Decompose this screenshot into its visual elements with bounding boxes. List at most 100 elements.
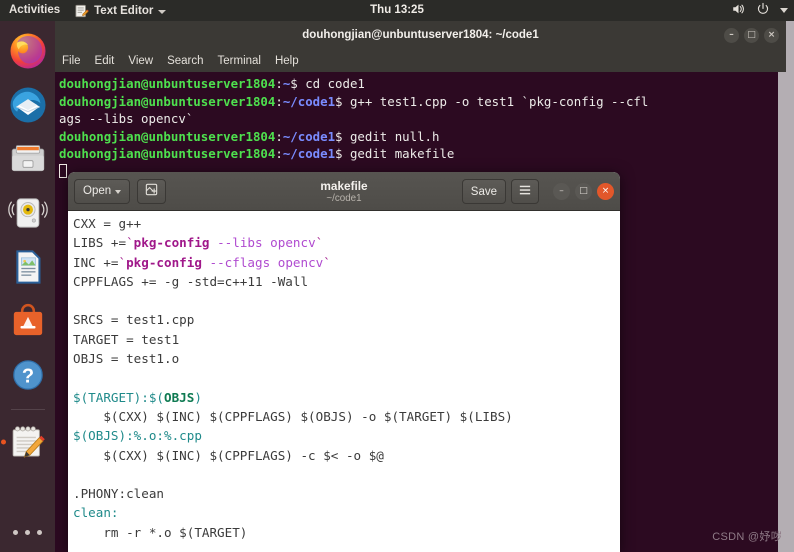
terminal-window-controls: – □ ×: [724, 21, 779, 49]
open-button-label: Open: [83, 185, 112, 197]
code-span: `: [126, 235, 134, 251]
code-span: CPPFLAGS += -g -std=c++11 -Wall: [73, 273, 309, 289]
terminal-titlebar[interactable]: douhongjian@unbuntuserver1804: ~/code1 –…: [55, 21, 786, 49]
close-button[interactable]: ×: [764, 27, 779, 43]
gedit-headerbar: Open makefile ~/code1 Save – □ ×: [68, 172, 620, 211]
code-span: `: [118, 254, 127, 270]
power-icon[interactable]: [756, 2, 770, 19]
code-span: ~/code1: [282, 93, 336, 109]
grid-dot: [25, 529, 30, 535]
terminal-scrollbar[interactable]: [778, 72, 786, 552]
code-span: LIBS +=: [73, 235, 127, 251]
menu-search[interactable]: Search: [167, 55, 203, 67]
code-span: ): [194, 389, 202, 405]
code-span: `: [315, 235, 324, 251]
volume-icon[interactable]: [731, 2, 746, 19]
dock-item-files[interactable]: [6, 137, 50, 181]
save-button[interactable]: Save: [461, 179, 506, 204]
hamburger-menu-icon: [518, 184, 532, 199]
code-span: CXX = g++: [73, 216, 142, 231]
code-line: INC +=`pkg-config --cflags opencv`: [73, 253, 620, 272]
dock-item-thunderbird[interactable]: [6, 83, 50, 127]
chevron-down-icon[interactable]: [780, 8, 788, 13]
code-line: rm -r *.o $(TARGET): [73, 523, 620, 542]
code-line: douhongjian@unbuntuserver1804:~/code1$ g…: [59, 93, 786, 111]
code-span: ~/code1: [282, 146, 336, 162]
dock-item-firefox[interactable]: [6, 29, 50, 73]
code-span: pkg-config: [126, 254, 202, 270]
terminal-cursor: [59, 163, 67, 178]
save-button-label: Save: [470, 185, 497, 198]
code-line: $(TARGET):$(OBJS): [73, 388, 620, 407]
code-span: TARGET = test1: [73, 331, 180, 347]
code-span: ags --libs opencv`: [59, 111, 194, 127]
code-span: :: [275, 93, 283, 109]
code-line: ags --libs opencv`: [59, 110, 786, 128]
chevron-down-icon: [115, 190, 122, 194]
chevron-down-icon: [158, 9, 167, 14]
close-button[interactable]: ×: [597, 183, 614, 200]
dock-item-help[interactable]: ?: [6, 353, 50, 397]
new-document-button[interactable]: [137, 178, 167, 204]
code-span: --libs opencv: [209, 235, 316, 251]
code-span: pkg-config: [133, 235, 210, 251]
code-span: $ gedit null.h: [335, 128, 440, 144]
code-span: douhongjian@unbuntuserver1804: [59, 93, 276, 109]
open-button[interactable]: Open: [74, 178, 131, 204]
menu-help[interactable]: Help: [275, 55, 299, 67]
code-span: ~/code1: [282, 128, 336, 144]
code-line: LIBS +=`pkg-config --libs opencv`: [73, 233, 620, 252]
hamburger-menu-button[interactable]: [511, 179, 539, 204]
code-line: OBJS = test1.o: [73, 349, 620, 368]
code-line: CXX = g++: [73, 214, 620, 233]
gedit-filename: makefile: [320, 178, 368, 193]
code-line: douhongjian@unbuntuserver1804:~/code1$ g…: [59, 128, 786, 146]
code-line: douhongjian@unbuntuserver1804:~/code1$ g…: [59, 145, 786, 163]
code-span: $(OBJS):%.o:%.cpp: [73, 428, 202, 444]
dock-item-text-editor[interactable]: [0, 420, 50, 464]
minimize-button[interactable]: –: [724, 27, 739, 43]
activities-button[interactable]: Activities: [0, 0, 69, 21]
code-span: OBJS = test1.o: [73, 351, 180, 367]
code-span: douhongjian@unbuntuserver1804: [59, 128, 276, 144]
dock-item-ubuntu-software[interactable]: [6, 299, 50, 343]
menu-terminal[interactable]: Terminal: [218, 55, 261, 67]
terminal-title-text: douhongjian@unbuntuserver1804: ~/code1: [302, 29, 539, 41]
code-span: --cflags opencv: [201, 254, 324, 270]
code-line: SRCS = test1.cpp: [73, 310, 620, 329]
code-span: rm -r *.o $(TARGET): [73, 524, 248, 540]
menu-edit[interactable]: Edit: [95, 55, 115, 67]
code-span: clean:: [73, 505, 119, 521]
desktop-right-scrollbar[interactable]: [786, 21, 794, 552]
code-span: $ cd code1: [290, 76, 365, 91]
watermark: CSDN @妤哕: [712, 531, 782, 543]
code-span: $ gedit makefile: [335, 146, 455, 162]
gedit-text-area[interactable]: CXX = g++ LIBS +=`pkg-config --libs openc…: [68, 211, 620, 552]
code-line: douhongjian@unbuntuserver1804:~$ cd code…: [59, 75, 786, 93]
ubuntu-dock: ?: [0, 21, 55, 552]
maximize-button[interactable]: □: [575, 183, 592, 200]
running-indicator: [0, 439, 6, 445]
app-menu-button[interactable]: Text Editor: [69, 4, 172, 18]
menu-view[interactable]: View: [128, 55, 153, 67]
code-span: `: [323, 254, 331, 270]
code-span: $(TARGET):$(: [73, 389, 164, 405]
desktop-screen: Activities Text Editor Thu 13:25 ? douho…: [0, 0, 794, 552]
code-span: OBJS: [164, 389, 195, 405]
code-line: clean:: [73, 503, 620, 522]
show-applications-button[interactable]: [0, 520, 55, 544]
code-span: douhongjian@unbuntuserver1804: [59, 76, 276, 91]
maximize-button[interactable]: □: [744, 27, 759, 43]
dock-item-libreoffice-writer[interactable]: [6, 245, 50, 289]
system-tray: [731, 0, 788, 21]
code-line: $(OBJS):%.o:%.cpp: [73, 426, 620, 445]
gedit-filepath: ~/code1: [326, 192, 362, 204]
code-line: TARGET = test1: [73, 330, 620, 349]
menu-file[interactable]: File: [62, 55, 81, 67]
minimize-button[interactable]: –: [553, 183, 570, 200]
dock-item-rhythmbox[interactable]: [6, 191, 50, 235]
code-span: :: [275, 76, 283, 91]
